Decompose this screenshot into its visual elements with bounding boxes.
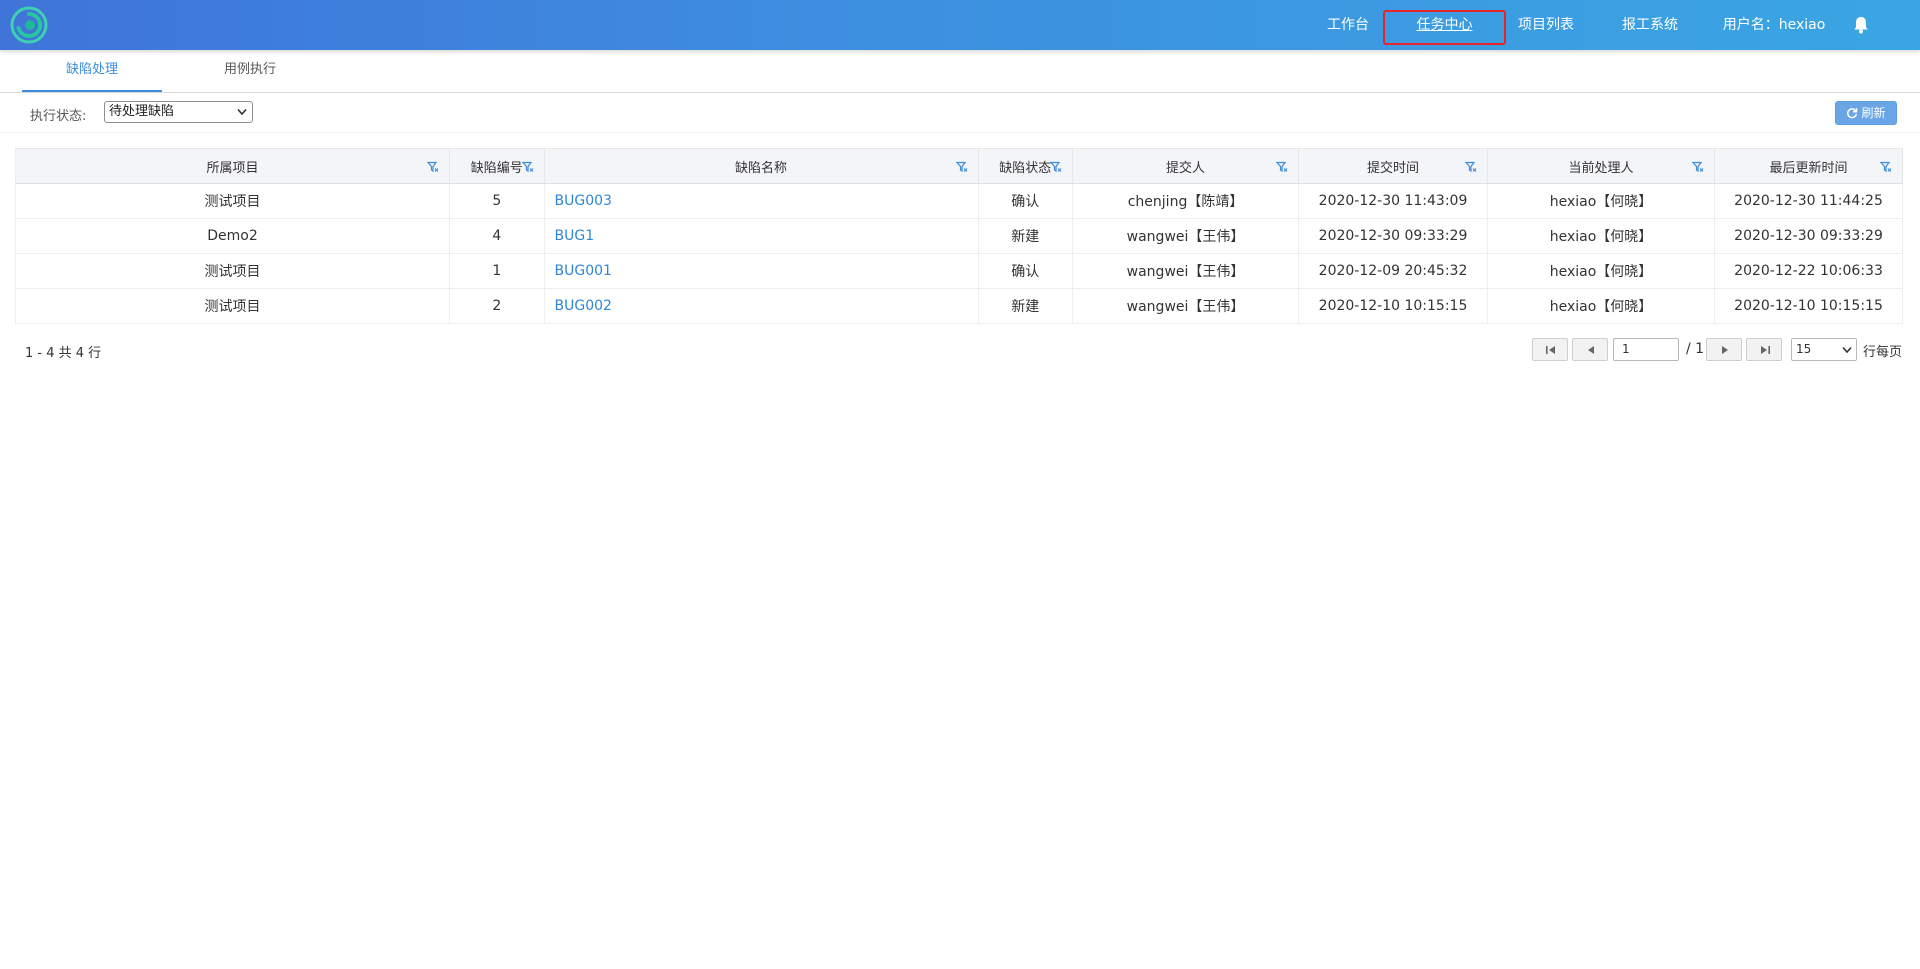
cell-handler: hexiao【何晓】	[1487, 253, 1716, 289]
chevron-down-icon	[1842, 346, 1852, 354]
cell-updated: 2020-12-22 10:06:33	[1714, 253, 1903, 289]
filter-bar: 执行状态: 待处理缺陷 刷新	[0, 93, 1920, 133]
cell-id: 4	[449, 218, 545, 254]
page-total: / 1	[1686, 341, 1705, 357]
cell-submitted: 2020-12-10 10:15:15	[1298, 288, 1488, 324]
cell-updated: 2020-12-30 09:33:29	[1714, 218, 1903, 254]
cell-submitted: 2020-12-30 09:33:29	[1298, 218, 1488, 254]
defect-table: 所属项目 缺陷编号 缺陷名称 缺陷状态 提交人 提交时间 当前处理人 最后更新时间 测试项目 5…	[14, 148, 1903, 324]
column-header[interactable]: 提交人	[1072, 148, 1300, 184]
table-body: 测试项目 5 BUG003 确认 chenjing【陈靖】 2020-12-30 11:4…	[14, 183, 1903, 324]
column-header-label: 缺陷编号	[470, 160, 523, 176]
cell-id: 1	[449, 253, 545, 289]
column-filter-icon[interactable]	[1464, 161, 1477, 173]
column-filter-icon[interactable]	[1276, 161, 1288, 173]
column-filter-icon[interactable]	[427, 161, 439, 173]
cell-handler: hexiao【何晓】	[1487, 288, 1716, 324]
cell-submitter: wangwei【王伟】	[1072, 288, 1300, 324]
cell-project: 测试项目	[14, 253, 451, 289]
prev-page-button[interactable]	[1572, 338, 1608, 361]
cell-submitter: wangwei【王伟】	[1072, 253, 1300, 289]
tab-bar: 缺陷处理 用例执行	[0, 51, 1920, 93]
column-filter-icon[interactable]	[1692, 161, 1704, 173]
refresh-label: 刷新	[1861, 106, 1886, 120]
status-filter-label: 执行状态:	[30, 109, 87, 124]
tab-defect-handling[interactable]: 缺陷处理	[22, 51, 162, 92]
first-page-button[interactable]	[1532, 338, 1568, 361]
column-header-label: 提交人	[1166, 160, 1206, 176]
column-header-label: 最后更新时间	[1769, 160, 1848, 176]
cell-status: 新建	[978, 218, 1074, 254]
cell-submitter: chenjing【陈靖】	[1072, 183, 1300, 219]
user-name[interactable]: 用户名：hexiao	[1718, 0, 1830, 50]
column-header[interactable]: 缺陷状态	[978, 148, 1074, 184]
status-filter-select[interactable]: 待处理缺陷	[104, 101, 253, 123]
refresh-button[interactable]: 刷新	[1835, 101, 1897, 125]
cell-status: 确认	[978, 253, 1074, 289]
cell-project: Demo2	[14, 218, 451, 254]
column-filter-icon[interactable]	[1880, 161, 1892, 173]
column-header-label: 提交时间	[1367, 160, 1420, 176]
column-filter-icon[interactable]	[521, 161, 534, 173]
nav-project-list[interactable]: 项目列表	[1510, 0, 1582, 50]
cell-updated: 2020-12-10 10:15:15	[1714, 288, 1903, 324]
nav-workbench[interactable]: 工作台	[1313, 0, 1383, 50]
column-header[interactable]: 当前处理人	[1487, 148, 1716, 184]
table-row[interactable]: 测试项目 1 BUG001 确认 wangwei【王伟】 2020-12-09 20:45…	[14, 253, 1903, 289]
top-navbar: 工作台 任务中心 项目列表 报工系统 用户名：hexiao	[0, 0, 1920, 50]
app-logo-icon[interactable]	[10, 6, 48, 44]
next-page-icon	[1722, 346, 1728, 354]
nav-task-center[interactable]: 任务中心	[1385, 0, 1504, 50]
table-row[interactable]: 测试项目 2 BUG002 新建 wangwei【王伟】 2020-12-10 10:15…	[14, 288, 1903, 324]
column-filter-icon[interactable]	[1050, 161, 1062, 173]
row-summary: 1 - 4 共 4 行	[25, 346, 102, 361]
cell-project: 测试项目	[14, 183, 451, 219]
column-header[interactable]: 最后更新时间	[1714, 148, 1903, 184]
status-filter-value: 待处理缺陷	[109, 104, 175, 119]
nav-timesheet-system[interactable]: 报工系统	[1614, 0, 1686, 50]
column-header[interactable]: 提交时间	[1298, 148, 1488, 184]
last-page-icon	[1761, 346, 1770, 354]
cell-status: 新建	[978, 288, 1074, 324]
column-header-label: 缺陷状态	[999, 160, 1052, 176]
cell-project: 测试项目	[14, 288, 451, 324]
tab-case-execution[interactable]: 用例执行	[180, 51, 320, 92]
page-size-value: 15	[1796, 342, 1812, 356]
cell-handler: hexiao【何晓】	[1487, 183, 1716, 219]
column-header-label: 所属项目	[206, 160, 259, 176]
chevron-down-icon	[237, 108, 247, 116]
cell-status: 确认	[978, 183, 1074, 219]
cell-id: 2	[449, 288, 545, 324]
cell-submitted: 2020-12-30 11:43:09	[1298, 183, 1488, 219]
cell-id: 5	[449, 183, 545, 219]
column-header[interactable]: 缺陷编号	[449, 148, 545, 184]
table-row[interactable]: 测试项目 5 BUG003 确认 chenjing【陈靖】 2020-12-30 11:4…	[14, 183, 1903, 219]
table-header-row: 所属项目 缺陷编号 缺陷名称 缺陷状态 提交人 提交时间 当前处理人 最后更新时间	[14, 148, 1903, 184]
defect-name-link[interactable]: BUG002	[544, 288, 979, 324]
per-page-label: 行每页	[1863, 345, 1903, 360]
first-page-icon	[1546, 346, 1555, 354]
column-filter-icon[interactable]	[955, 161, 968, 173]
refresh-icon	[1847, 108, 1858, 119]
cell-submitter: wangwei【王伟】	[1072, 218, 1300, 254]
column-header[interactable]: 所属项目	[14, 148, 451, 184]
cell-updated: 2020-12-30 11:44:25	[1714, 183, 1903, 219]
cell-submitted: 2020-12-09 20:45:32	[1298, 253, 1488, 289]
page-number-input[interactable]: 1	[1613, 338, 1679, 361]
column-header[interactable]: 缺陷名称	[544, 148, 979, 184]
prev-page-icon	[1588, 346, 1594, 354]
defect-name-link[interactable]: BUG003	[544, 183, 979, 219]
page-size-select[interactable]: 15	[1791, 338, 1857, 361]
next-page-button[interactable]	[1706, 338, 1742, 361]
column-header-label: 当前处理人	[1568, 160, 1634, 176]
table-row[interactable]: Demo2 4 BUG1 新建 wangwei【王伟】 2020-12-30 09:33:…	[14, 218, 1903, 254]
cell-handler: hexiao【何晓】	[1487, 218, 1716, 254]
column-header-label: 缺陷名称	[735, 160, 788, 176]
defect-name-link[interactable]: BUG001	[544, 253, 979, 289]
defect-name-link[interactable]: BUG1	[544, 218, 979, 254]
bell-icon[interactable]	[1851, 15, 1871, 35]
last-page-button[interactable]	[1746, 338, 1782, 361]
